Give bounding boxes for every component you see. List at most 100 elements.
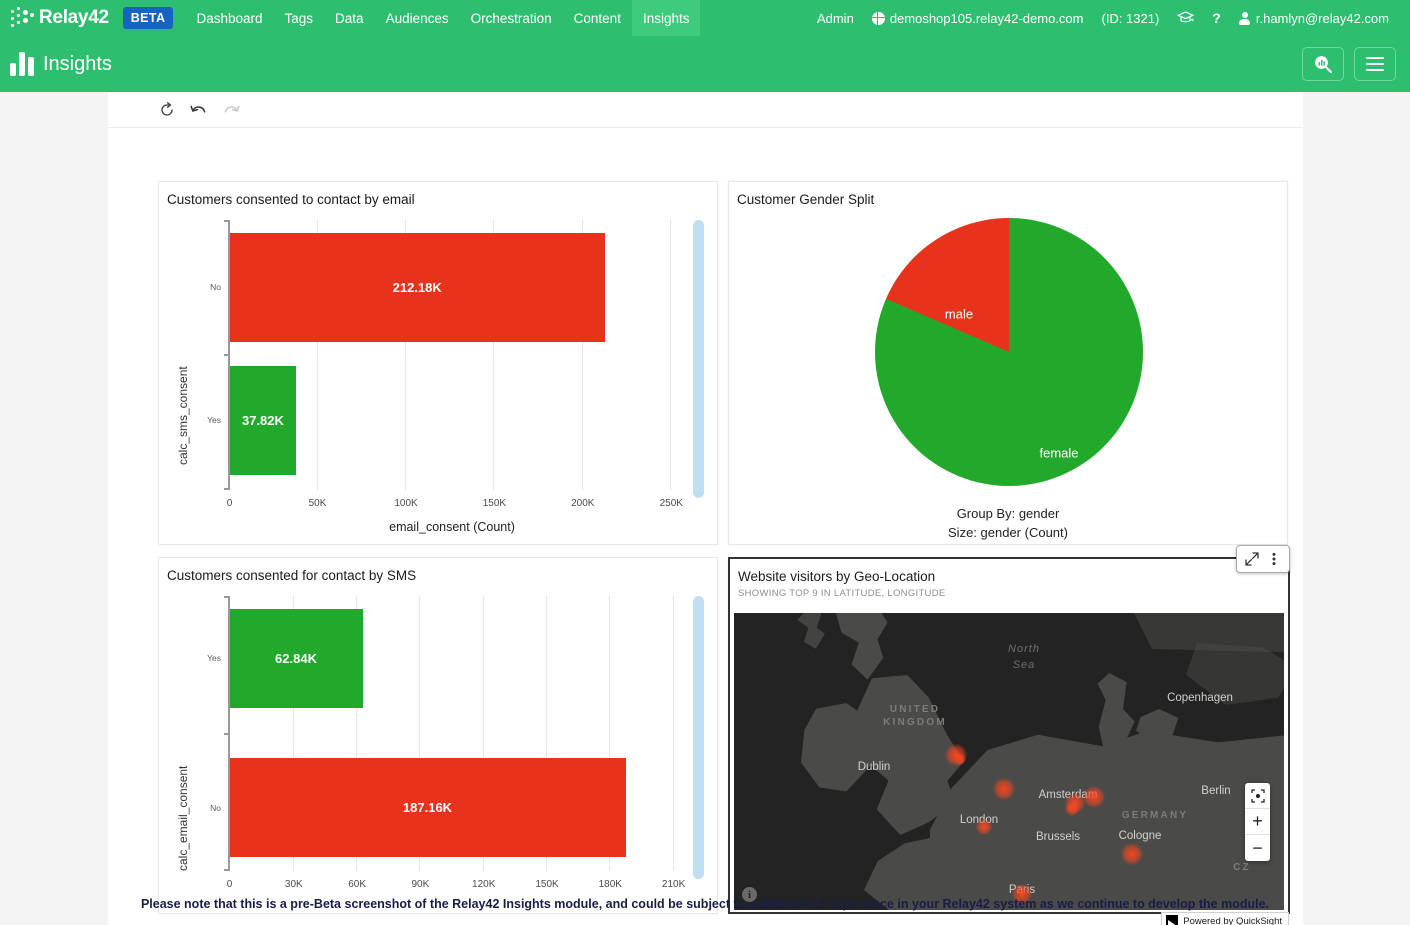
map-canvas[interactable]: NorthSea UNITEDKINGDOM GERMANY CZ Dublin… <box>734 613 1284 910</box>
map-data-point[interactable] <box>993 778 1015 800</box>
graduation-cap-icon <box>1177 11 1194 25</box>
y-tick-label-no: No <box>210 803 221 813</box>
expand-icon <box>1245 552 1259 566</box>
nav-item-tags[interactable]: Tags <box>274 0 325 36</box>
x-tick-label: 100K <box>394 498 417 509</box>
bar-value-label: 62.84K <box>275 651 317 666</box>
dashboard-canvas: Customers consented to contact by email … <box>108 92 1303 925</box>
map-data-point[interactable] <box>1121 843 1143 865</box>
visual-controls <box>1236 545 1290 573</box>
quicksight-attribution: Powered by QuickSight <box>1161 912 1289 925</box>
expand-button[interactable] <box>1242 549 1262 569</box>
pie-group-by: Group By: gender <box>729 504 1287 523</box>
site-domain: demoshop105.relay42-demo.com <box>890 11 1084 26</box>
pie-slice-label-male: male <box>945 307 973 322</box>
map-label-cz: CZ <box>1222 861 1262 874</box>
map-label-brussels: Brussels <box>1036 831 1080 843</box>
panel-title-email-consent: Customers consented to contact by email <box>159 182 717 207</box>
chart-gender-split: male female Group By: gender Size: gende… <box>729 210 1287 544</box>
map-recenter-button[interactable] <box>1245 783 1270 809</box>
visual-email-consent[interactable]: Customers consented to contact by email … <box>158 181 718 545</box>
insights-header-bar: Insights <box>0 36 1410 92</box>
user-email: r.hamlyn@relay42.com <box>1256 11 1389 26</box>
panel-title-geo: Website visitors by Geo-Location <box>730 559 1288 584</box>
nav-item-audiences[interactable]: Audiences <box>375 0 460 36</box>
y-axis-title: calc_email_consent <box>176 766 190 871</box>
hamburger-icon <box>1366 57 1384 72</box>
bar-no[interactable]: 212.18K <box>230 233 605 342</box>
chart-vertical-scrollbar[interactable] <box>693 596 704 879</box>
site-selector[interactable]: demoshop105.relay42-demo.com <box>863 11 1093 26</box>
bar-yes[interactable]: 37.82K <box>230 366 297 475</box>
x-tick-label: 50K <box>309 498 327 509</box>
map-label-germany: GERMANY <box>1100 809 1210 822</box>
map-zoom-in-button[interactable]: + <box>1245 809 1270 835</box>
chart-vertical-scrollbar[interactable] <box>693 220 704 498</box>
help-button[interactable]: ? <box>1203 10 1230 26</box>
reset-icon <box>159 102 175 118</box>
user-menu[interactable]: r.hamlyn@relay42.com <box>1230 11 1398 26</box>
pie-size: Size: gender (Count) <box>729 523 1287 542</box>
gridline <box>670 220 671 490</box>
x-tick-label: 210K <box>662 879 685 890</box>
pie-slice-label-female: female <box>1039 446 1078 461</box>
map-data-point[interactable] <box>954 753 966 765</box>
y-tick-label-yes: Yes <box>207 415 221 425</box>
chart-search-button[interactable] <box>1302 47 1344 81</box>
workspace: Customers consented to contact by email … <box>0 92 1410 925</box>
x-tick-label: 60K <box>348 879 366 890</box>
nav-item-data[interactable]: Data <box>324 0 375 36</box>
visual-geo-location[interactable]: Website visitors by Geo-Location SHOWING… <box>728 557 1290 914</box>
map-info-button[interactable]: i <box>742 887 757 902</box>
quicksight-icon <box>1166 915 1178 925</box>
nav-item-orchestration[interactable]: Orchestration <box>460 0 563 36</box>
panel-title-gender-split: Customer Gender Split <box>729 182 1287 207</box>
insights-bars-icon <box>10 52 34 76</box>
main-menu-button[interactable] <box>1354 47 1396 81</box>
pie-footer: Group By: gender Size: gender (Count) <box>729 504 1287 542</box>
visual-grid: Customers consented to contact by email … <box>158 138 1303 925</box>
map-label-cologne: Cologne <box>1119 830 1162 842</box>
academy-icon[interactable] <box>1168 11 1203 25</box>
y-tick <box>224 488 228 490</box>
x-tick-label: 120K <box>472 879 495 890</box>
x-tick-label: 150K <box>535 879 558 890</box>
reset-button[interactable] <box>153 96 181 124</box>
map-data-point[interactable] <box>1065 802 1079 816</box>
x-tick-label: 180K <box>599 879 622 890</box>
x-tick-label: 30K <box>285 879 303 890</box>
y-axis-title: calc_sms_consent <box>176 366 190 465</box>
kebab-menu-icon <box>1272 552 1276 566</box>
bar-no[interactable]: 187.16K <box>230 758 626 857</box>
nav-item-insights[interactable]: Insights <box>632 0 701 36</box>
redo-icon <box>222 102 240 118</box>
plot-area: 62.84K Yes 187.16K No 0 30K 60K 90K 120K… <box>228 596 688 871</box>
bar-yes[interactable]: 62.84K <box>230 609 363 708</box>
map-label-united-kingdom: UNITEDKINGDOM <box>860 703 970 729</box>
undo-button[interactable] <box>185 96 213 124</box>
relay42-logo[interactable]: Relay42 <box>0 0 117 36</box>
y-tick-label-no: No <box>210 282 221 292</box>
admin-label[interactable]: Admin <box>808 11 863 26</box>
pie-chart[interactable] <box>875 218 1143 486</box>
plot-area: 212.18K No 37.82K Yes 0 50K 100K 150K 20… <box>228 220 688 490</box>
nav-item-content[interactable]: Content <box>563 0 632 36</box>
chart-sms-consent: calc_email_consent <box>159 586 717 913</box>
more-options-button[interactable] <box>1264 549 1284 569</box>
redo-button[interactable] <box>217 96 245 124</box>
panel-subtitle-geo: SHOWING TOP 9 IN LATITUDE, LONGITUDE <box>730 584 1288 599</box>
map-data-point[interactable] <box>976 819 992 835</box>
map-zoom-out-button[interactable]: − <box>1245 835 1270 861</box>
insights-logo: Insights <box>10 52 112 76</box>
top-nav-right-cluster: Admin demoshop105.relay42-demo.com (ID: … <box>808 0 1410 36</box>
nav-item-dashboard[interactable]: Dashboard <box>185 0 273 36</box>
map-data-point[interactable] <box>1083 786 1105 808</box>
dashboard-toolbar <box>108 92 1303 128</box>
x-tick-label: 90K <box>411 879 429 890</box>
recenter-icon <box>1251 789 1265 803</box>
quicksight-label: Powered by QuickSight <box>1183 916 1282 925</box>
visual-gender-split[interactable]: Customer Gender Split male female Group … <box>728 181 1288 545</box>
undo-icon <box>190 102 208 118</box>
visual-sms-consent[interactable]: Customers consented for contact by SMS c… <box>158 557 718 914</box>
primary-nav: Dashboard Tags Data Audiences Orchestrat… <box>185 0 700 36</box>
